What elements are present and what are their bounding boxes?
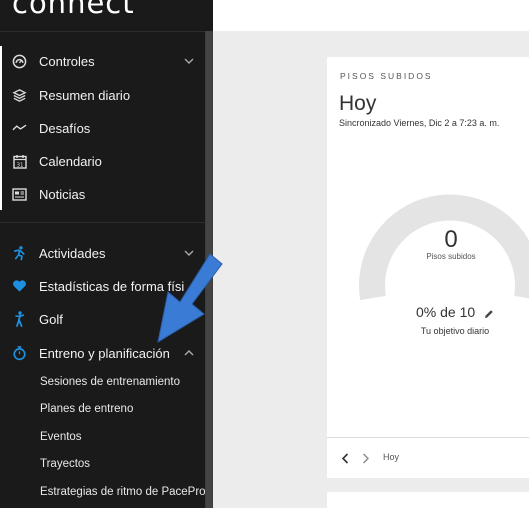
news-icon <box>11 186 28 203</box>
svg-text:31: 31 <box>16 162 23 168</box>
sidebar-item-label: Actividades <box>39 245 106 261</box>
layers-icon <box>11 87 28 104</box>
card-period: Hoy <box>339 92 377 115</box>
annotation-arrow-icon <box>157 253 223 344</box>
runner-icon <box>11 245 28 262</box>
trend-icon <box>11 120 28 137</box>
floors-value: 0 <box>444 226 458 253</box>
app-logo[interactable]: connect <box>12 0 135 20</box>
sidebar-subitem-label: Trayectos <box>40 458 91 470</box>
sidebar-subitem-sesiones[interactable]: Sesiones de entrenamiento <box>0 370 205 394</box>
goal-progress: 0% de 10 <box>416 304 476 320</box>
sidebar-item-label: Noticias <box>39 186 86 202</box>
sidebar-subitem-trayectos[interactable]: Trayectos <box>0 452 205 476</box>
chevron-down-icon[interactable] <box>183 55 195 67</box>
goal-label: Tu objetivo diario <box>420 326 490 336</box>
sidebar-subitem-label: Planes de entreno <box>40 403 134 415</box>
sidebar-subitem-planes[interactable]: Planes de entreno <box>0 397 205 421</box>
sidebar-item-label: Resumen diario <box>39 87 131 103</box>
golfer-icon <box>11 311 28 328</box>
pencil-icon[interactable] <box>484 306 494 324</box>
chevron-right-icon[interactable] <box>362 451 370 469</box>
pager-label: Hoy <box>383 452 400 462</box>
second-card <box>327 492 529 508</box>
sidebar-subitem-label: Eventos <box>40 431 82 443</box>
sidebar-divider <box>0 31 205 32</box>
calendar-icon: 31 <box>11 153 28 170</box>
chevron-left-icon[interactable] <box>341 451 349 469</box>
sidebar-subitem-pacepro[interactable]: Estrategias de ritmo de PacePro <box>0 480 206 504</box>
sidebar-item-resumen-diario[interactable]: Resumen diario <box>0 80 205 110</box>
sidebar-item-controles[interactable]: Controles <box>0 46 205 76</box>
heart-icon <box>11 278 28 295</box>
top-bar <box>213 0 529 31</box>
stopwatch-icon <box>11 345 28 362</box>
sidebar-divider <box>0 222 205 223</box>
sidebar-subitem-label: Estrategias de ritmo de PacePro <box>40 486 206 498</box>
sidebar-item-noticias[interactable]: Noticias <box>0 179 205 209</box>
sidebar-item-label: Calendario <box>39 153 102 169</box>
card-divider <box>327 437 529 438</box>
sidebar-item-desafios[interactable]: Desafíos <box>0 113 205 143</box>
sidebar-item-label: Golf <box>39 311 63 327</box>
sidebar-item-calendario[interactable]: 31 Calendario <box>0 146 205 176</box>
sidebar-item-label: Controles <box>39 53 95 69</box>
sync-status: Sincronizado Viernes, Dic 2 a 7:23 a. m. <box>339 118 500 128</box>
floors-value-label: Pisos subidos <box>426 252 476 261</box>
sidebar-subitem-eventos[interactable]: Eventos <box>0 425 205 449</box>
sidebar-subitem-label: Sesiones de entrenamiento <box>40 376 181 388</box>
card-title: PISOS SUBIDOS <box>340 71 433 81</box>
dashboard-icon <box>11 53 28 70</box>
chevron-up-icon[interactable] <box>183 347 195 359</box>
sidebar-item-label: Desafíos <box>39 120 91 136</box>
sidebar-item-label: Entreno y planificación <box>39 345 170 361</box>
